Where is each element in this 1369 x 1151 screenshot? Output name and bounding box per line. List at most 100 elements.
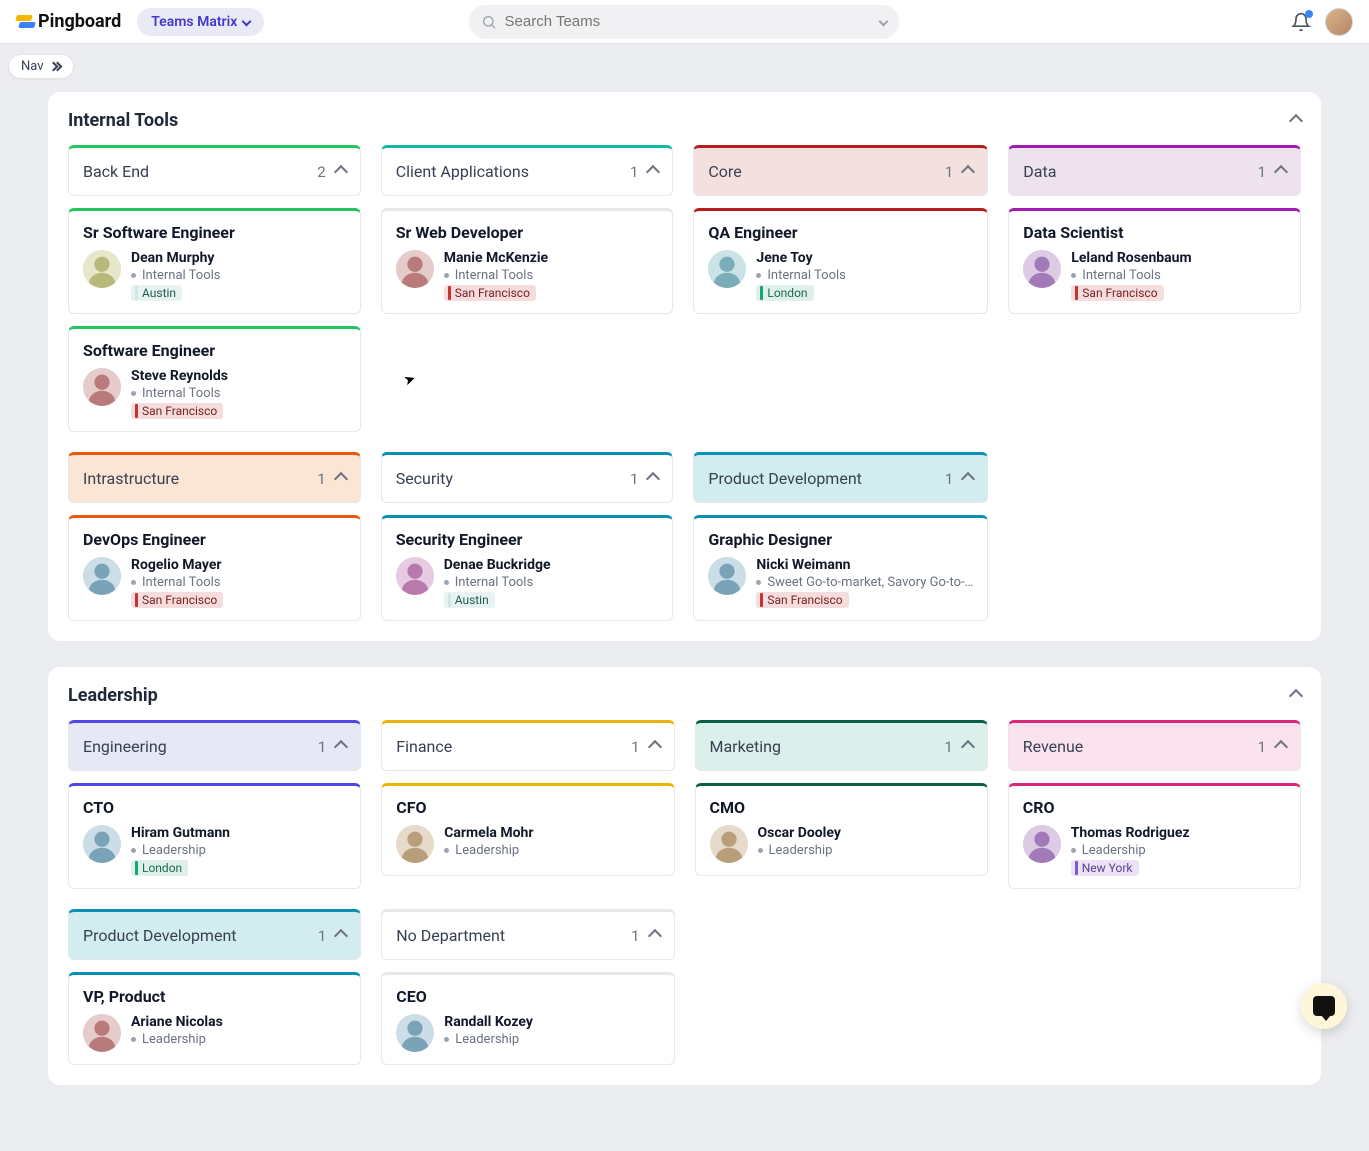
person-name: Randall Kozey: [444, 1014, 533, 1030]
chevron-up-icon: [1274, 164, 1288, 178]
location-badge: San Francisco: [1071, 285, 1163, 301]
notification-dot-icon: [1305, 10, 1313, 18]
person-dept: Leadership: [1071, 843, 1190, 858]
team-header[interactable]: Client Applications 1: [381, 145, 674, 196]
team-header[interactable]: Marketing 1: [695, 720, 988, 771]
person-name: Rogelio Mayer: [131, 557, 223, 573]
location-badge: London: [756, 285, 813, 301]
person-role: QA Engineer: [708, 223, 973, 242]
team-count: 1: [630, 470, 638, 488]
chevron-up-icon: [334, 471, 348, 485]
person-card[interactable]: VP, Product Ariane Nicolas Leadership: [68, 972, 361, 1065]
page-body: Internal Tools Back End 2 Sr Software En…: [0, 44, 1369, 1151]
person-card[interactable]: QA Engineer Jene Toy Internal Tools Lond…: [693, 208, 988, 314]
section-header: Internal Tools: [68, 110, 1301, 131]
person-card[interactable]: Sr Software Engineer Dean Murphy Interna…: [68, 208, 361, 314]
team-header[interactable]: Finance 1: [381, 720, 674, 771]
view-switcher[interactable]: Teams Matrix: [137, 8, 264, 36]
person-role: CMO: [710, 798, 973, 817]
person-avatar: [396, 250, 434, 288]
person-dept: Leadership: [758, 843, 841, 858]
person-card[interactable]: Sr Web Developer Manie McKenzie Internal…: [381, 208, 674, 314]
nav-label: Nav: [21, 59, 44, 74]
person-card[interactable]: CEO Randall Kozey Leadership: [381, 972, 674, 1065]
person-role: CTO: [83, 798, 346, 817]
team-header[interactable]: Intrastructure 1: [68, 452, 361, 503]
team-name: Product Development: [83, 926, 237, 945]
chevron-up-icon: [961, 471, 975, 485]
person-role: Software Engineer: [83, 341, 346, 360]
team-header[interactable]: Revenue 1: [1008, 720, 1301, 771]
team-count: 1: [1258, 738, 1266, 756]
team-column: Marketing 1 CMO Oscar Dooley Leadership: [695, 720, 988, 889]
person-name: Nicki Weimann: [756, 557, 973, 573]
brand-logo[interactable]: Pingboard: [16, 11, 121, 32]
team-header[interactable]: Back End 2: [68, 145, 361, 196]
chevron-down-icon: [878, 17, 888, 27]
person-card[interactable]: Data Scientist Leland Rosenbaum Internal…: [1008, 208, 1301, 314]
team-column: Intrastructure 1 DevOps Engineer Rogelio…: [68, 452, 361, 621]
person-role: Data Scientist: [1023, 223, 1286, 242]
person-dept: Leadership: [444, 1032, 533, 1047]
person-name: Steve Reynolds: [131, 368, 228, 384]
team-count: 1: [318, 927, 326, 945]
notifications-button[interactable]: [1291, 12, 1311, 32]
team-header[interactable]: Security 1: [381, 452, 674, 503]
chevron-up-icon: [646, 471, 660, 485]
location-badge: San Francisco: [756, 592, 848, 608]
person-card[interactable]: Software Engineer Steve Reynolds Interna…: [68, 326, 361, 432]
person-card[interactable]: Graphic Designer Nicki Weimann Sweet Go-…: [693, 515, 988, 621]
chevron-up-icon: [334, 739, 348, 753]
help-chat-launcher[interactable]: [1301, 983, 1347, 1029]
user-avatar[interactable]: [1325, 8, 1353, 36]
team-count: 1: [1258, 163, 1266, 181]
chevron-up-icon: [647, 739, 661, 753]
person-card[interactable]: Security Engineer Denae Buckridge Intern…: [381, 515, 674, 621]
location-badge: Austin: [131, 285, 182, 301]
location-badge: London: [131, 860, 188, 876]
chat-icon: [1313, 996, 1335, 1016]
person-card[interactable]: CRO Thomas Rodriguez Leadership New York: [1008, 783, 1301, 889]
location-badge: San Francisco: [131, 592, 223, 608]
team-header[interactable]: Data 1: [1008, 145, 1301, 196]
person-dept: Leadership: [131, 843, 230, 858]
team-header[interactable]: Product Development 1: [693, 452, 988, 503]
person-card[interactable]: CMO Oscar Dooley Leadership: [695, 783, 988, 876]
person-avatar: [1023, 825, 1061, 863]
team-column: Security 1 Security Engineer Denae Buckr…: [381, 452, 674, 621]
person-name: Carmela Mohr: [444, 825, 533, 841]
team-name: Product Development: [708, 469, 862, 488]
brand-name: Pingboard: [38, 11, 121, 32]
collapse-section-button[interactable]: [1289, 688, 1303, 702]
team-column: Core 1 QA Engineer Jene Toy Internal Too…: [693, 145, 988, 432]
person-card[interactable]: DevOps Engineer Rogelio Mayer Internal T…: [68, 515, 361, 621]
person-card[interactable]: CTO Hiram Gutmann Leadership London: [68, 783, 361, 889]
team-header[interactable]: Product Development 1: [68, 909, 361, 960]
team-column: Data 1 Data Scientist Leland Rosenbaum I…: [1008, 145, 1301, 432]
team-name: Client Applications: [396, 162, 529, 181]
team-column: Client Applications 1 Sr Web Developer M…: [381, 145, 674, 432]
team-header[interactable]: Engineering 1: [68, 720, 361, 771]
person-role: CEO: [396, 987, 659, 1006]
person-name: Manie McKenzie: [444, 250, 548, 266]
person-avatar: [396, 1014, 434, 1052]
search-box[interactable]: [469, 5, 899, 39]
person-role: CFO: [396, 798, 659, 817]
person-role: Graphic Designer: [708, 530, 973, 549]
team-header[interactable]: No Department 1: [381, 909, 674, 960]
team-name: Intrastructure: [83, 469, 179, 488]
nav-toggle[interactable]: Nav: [8, 54, 74, 79]
team-column: No Department 1 CEO Randall Kozey Leader…: [381, 909, 674, 1065]
team-header[interactable]: Core 1: [693, 145, 988, 196]
team-count: 1: [318, 738, 326, 756]
section: Leadership Engineering 1 CTO Hiram Gutma…: [48, 667, 1321, 1085]
person-name: Hiram Gutmann: [131, 825, 230, 841]
search-input[interactable]: [505, 13, 872, 30]
collapse-section-button[interactable]: [1289, 113, 1303, 127]
person-name: Thomas Rodriguez: [1071, 825, 1190, 841]
person-card[interactable]: CFO Carmela Mohr Leadership: [381, 783, 674, 876]
team-name: Revenue: [1023, 737, 1084, 756]
team-name: Data: [1023, 162, 1056, 181]
person-dept: Internal Tools: [131, 386, 228, 401]
team-count: 1: [631, 927, 639, 945]
